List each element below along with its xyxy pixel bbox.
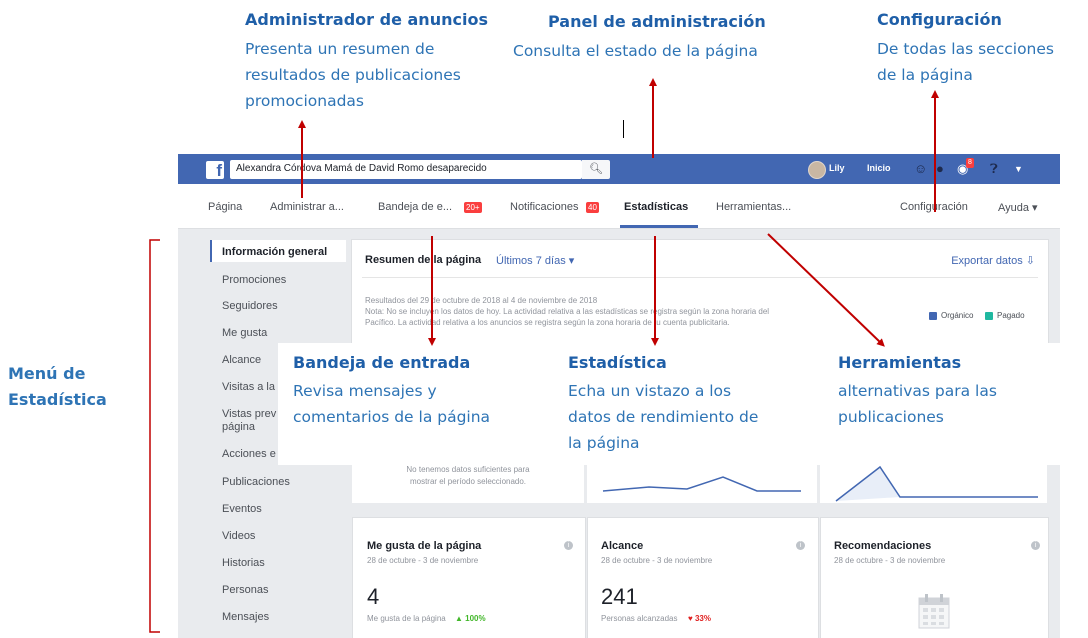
sidebar-item-posts[interactable]: Publicaciones <box>222 476 290 488</box>
tab-page[interactable]: Página <box>208 201 242 213</box>
search-input-value: Alexandra Córdova Mamá de David Romo des… <box>236 163 487 174</box>
tab-notifications[interactable]: Notificaciones <box>510 201 578 213</box>
tools-callout-title: Herramientas <box>838 353 962 372</box>
tab-statistics[interactable]: Estadísticas <box>624 201 688 213</box>
sidebar-item-followers[interactable]: Seguidores <box>222 300 278 312</box>
settings-callout-line: De todas las secciones <box>877 40 1054 58</box>
legend-organic-swatch <box>929 312 937 320</box>
metric-title: Me gusta de la página <box>367 540 482 552</box>
divider <box>362 277 1038 278</box>
chevron-down-icon[interactable]: ▼ <box>1014 161 1023 177</box>
recommendations-card: Recomendaciones i 28 de octubre - 3 de n… <box>820 517 1049 638</box>
tools-callout-line: alternativas para las <box>838 382 997 400</box>
metric-title: Alcance <box>601 540 644 552</box>
metric-title: Recomendaciones <box>834 540 932 552</box>
legend-organic-label: Orgánico <box>941 311 974 320</box>
sidebar-item-promotions[interactable]: Promociones <box>222 274 286 286</box>
admin-panel-callout-line: Consulta el estado de la página <box>513 42 758 60</box>
facebook-logo-icon[interactable]: f <box>206 161 224 180</box>
stats-menu-label: Menú de <box>8 364 86 383</box>
tab-help[interactable]: Ayuda ▾ <box>998 201 1038 214</box>
metric-range: 28 de octubre - 3 de noviembre <box>834 556 946 565</box>
avatar[interactable] <box>808 161 826 179</box>
info-icon[interactable]: i <box>564 541 573 550</box>
stats-menu-label: Estadística <box>8 390 107 409</box>
stats-callout-line: Echa un vistazo a los <box>568 382 732 400</box>
sidebar-item-overview[interactable]: Información general <box>222 246 327 258</box>
metric-range: 28 de octubre - 3 de noviembre <box>601 556 713 565</box>
ads-manager-callout-line: Presenta un resumen de <box>245 40 435 58</box>
ads-manager-callout-title: Administrador de anuncios <box>245 10 488 29</box>
export-data-button[interactable]: Exportar datos ⇩ <box>951 254 1035 267</box>
stats-menu-bracket <box>149 239 160 633</box>
no-data-message: No tenemos datos suficientes para <box>406 465 530 474</box>
page-admin-nav: Página Administrar a... Bandeja de e... … <box>178 184 1060 229</box>
metric-change: ▲ 100% <box>455 614 486 623</box>
sidebar-item-page-views[interactable]: Visitas a la <box>222 381 275 393</box>
sidebar-item-messages[interactable]: Mensajes <box>222 611 269 623</box>
search-input[interactable]: Alexandra Córdova Mamá de David Romo des… <box>230 160 582 179</box>
results-range-text: Resultados del 29 de octubre de 2018 al … <box>365 296 598 305</box>
summary-title: Resumen de la página <box>365 254 482 266</box>
info-icon[interactable]: i <box>1031 541 1040 550</box>
legend-paid-swatch <box>985 312 993 320</box>
tools-callout-line: publicaciones <box>838 408 944 426</box>
inbox-badge: 20+ <box>464 202 482 213</box>
sidebar-item-page-previews-line2[interactable]: página <box>222 421 255 433</box>
page-likes-card: Me gusta de la página i 28 de octubre - … <box>352 517 586 638</box>
admin-panel-callout-title: Panel de administración <box>548 12 766 31</box>
no-data-message: mostrar el período seleccionado. <box>409 477 527 486</box>
facebook-top-bar: f Alexandra Córdova Mamá de David Romo d… <box>178 154 1060 184</box>
sidebar-item-videos[interactable]: Videos <box>222 530 255 542</box>
messenger-icon[interactable]: ● <box>936 161 944 177</box>
home-link[interactable]: Inicio <box>867 163 891 173</box>
calendar-icon <box>918 594 950 629</box>
tab-inbox[interactable]: Bandeja de e... <box>378 201 452 213</box>
friend-requests-icon[interactable]: ☺ <box>914 161 927 177</box>
notifications-count-badge: 8 <box>966 158 974 168</box>
stats-callout-line: datos de rendimiento de <box>568 408 759 426</box>
info-icon[interactable]: i <box>796 541 805 550</box>
ads-manager-callout-line: resultados de publicaciones <box>245 66 461 84</box>
sidebar-item-likes[interactable]: Me gusta <box>222 327 267 339</box>
sidebar-item-people[interactable]: Personas <box>222 584 268 596</box>
settings-callout-title: Configuración <box>877 10 1002 29</box>
tab-settings[interactable]: Configuración <box>900 201 968 213</box>
metric-value: 4 <box>367 584 380 609</box>
sidebar-item-actions[interactable]: Acciones e <box>222 448 276 460</box>
ads-manager-callout-line: promocionadas <box>245 92 364 110</box>
legend-paid-label: Pagado <box>997 311 1025 320</box>
metric-value: 241 <box>601 584 638 609</box>
tab-ads-manager[interactable]: Administrar a... <box>270 201 344 213</box>
inbox-callout-title: Bandeja de entrada <box>293 353 471 372</box>
profile-link[interactable]: Lily <box>829 163 845 173</box>
date-range-dropdown[interactable]: Últimos 7 días ▾ <box>496 254 574 267</box>
inbox-callout-line: Revisa mensajes y <box>293 382 437 400</box>
help-icon[interactable]: ❓︎ <box>990 161 998 177</box>
active-tab-indicator <box>620 225 698 228</box>
metric-range: 28 de octubre - 3 de noviembre <box>367 556 479 565</box>
text-cursor <box>623 120 624 138</box>
sidebar-item-events[interactable]: Eventos <box>222 503 262 515</box>
settings-callout-line: de la página <box>877 66 973 84</box>
timezone-note: Nota: No se incluyen los datos de hoy. L… <box>365 307 770 316</box>
stats-callout-title: Estadística <box>568 353 667 372</box>
tab-tools[interactable]: Herramientas... <box>716 201 791 213</box>
sidebar-item-stories[interactable]: Historias <box>222 557 265 569</box>
metric-caption: Personas alcanzadas <box>601 614 678 623</box>
notifications-tab-badge: 40 <box>586 202 599 213</box>
stats-callout-line: la página <box>568 434 640 452</box>
search-icon[interactable]: 🔍︎ <box>582 160 610 179</box>
sidebar-item-page-previews[interactable]: Vistas prev <box>222 408 276 420</box>
metric-caption: Me gusta de la página <box>367 614 446 623</box>
sidebar-item-reach[interactable]: Alcance <box>222 354 261 366</box>
metric-change: ♥ 33% <box>688 614 711 623</box>
reach-card: Alcance i 28 de octubre - 3 de noviembre… <box>587 517 819 638</box>
timezone-note: Pacífico. La actividad relativa a los an… <box>365 318 730 327</box>
inbox-callout-line: comentarios de la página <box>293 408 491 426</box>
